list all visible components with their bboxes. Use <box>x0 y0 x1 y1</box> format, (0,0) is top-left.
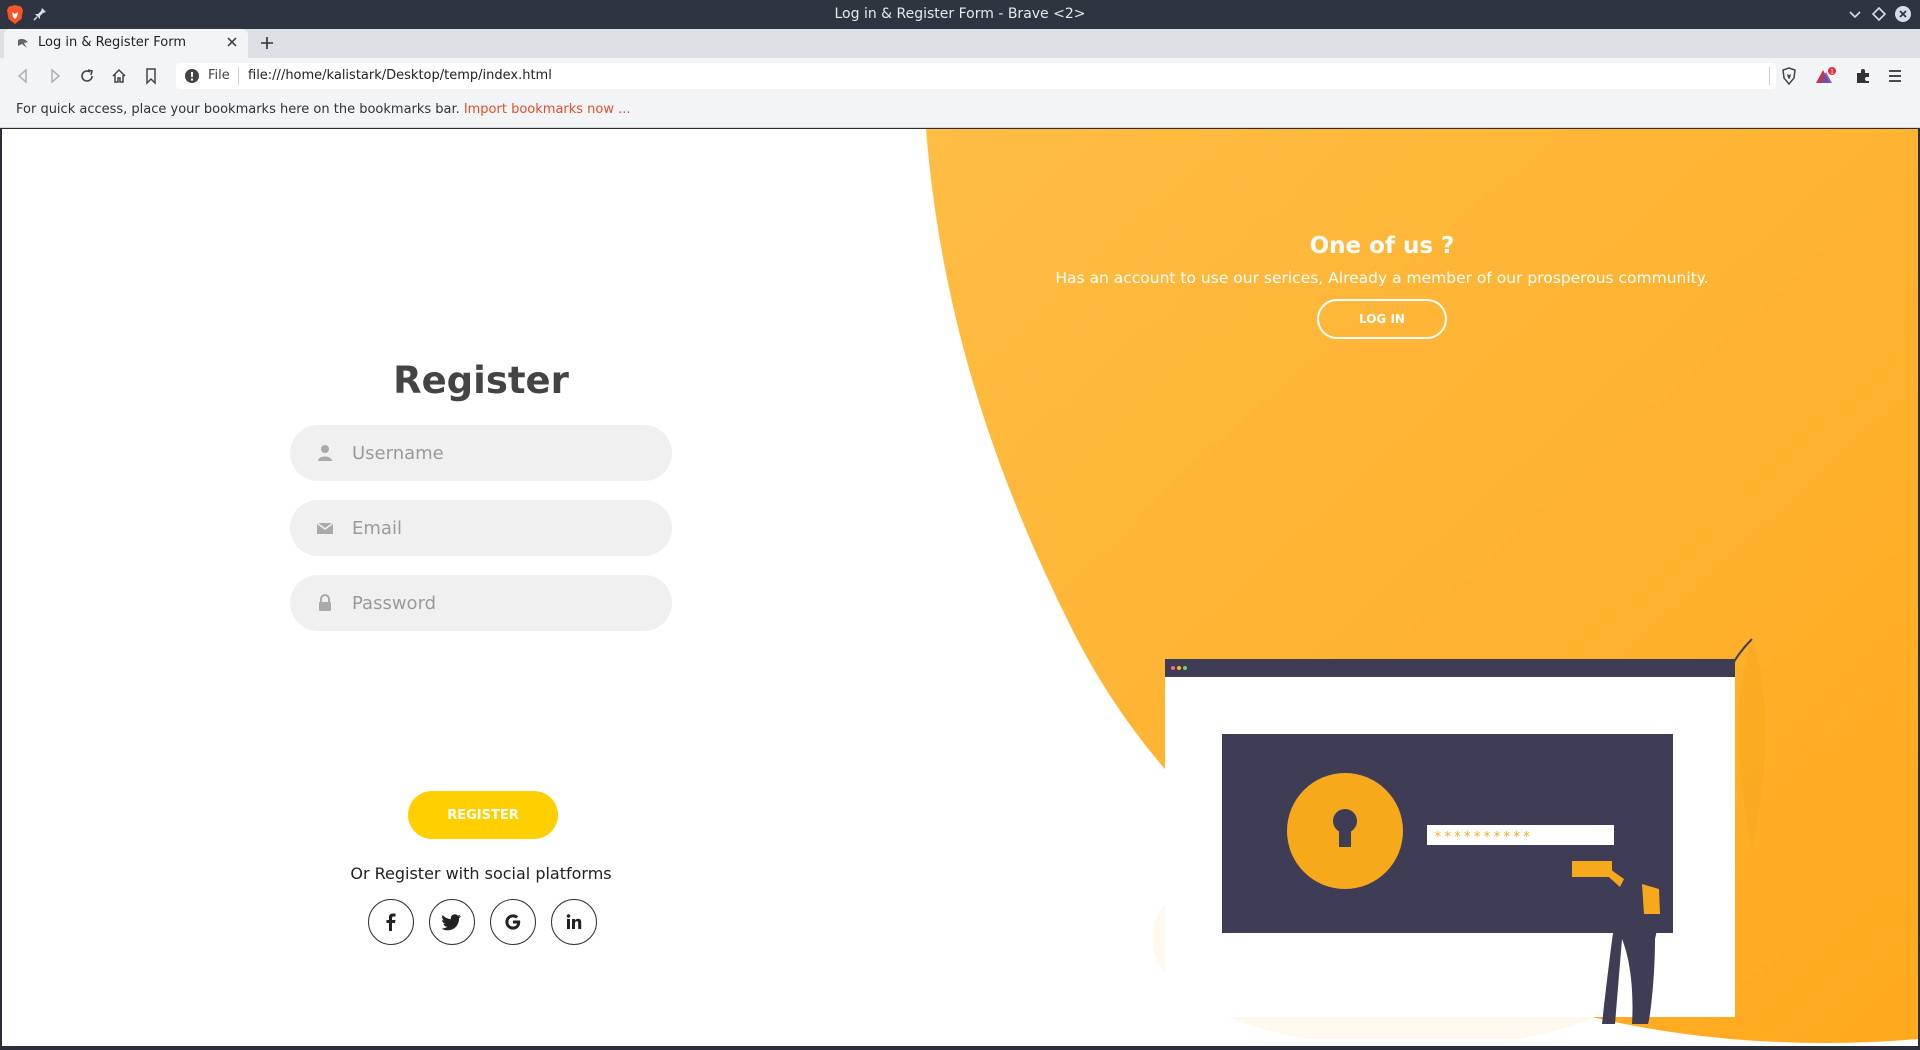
home-icon[interactable] <box>110 67 128 85</box>
site-info-icon[interactable] <box>184 68 200 84</box>
brave-shields-icon[interactable] <box>1780 67 1798 85</box>
username-field[interactable] <box>290 425 672 481</box>
omnibox-divider <box>238 67 239 85</box>
register-title: Register <box>393 359 569 402</box>
linkedin-icon <box>566 914 582 929</box>
keyhole-bottom <box>1339 821 1351 847</box>
back-icon[interactable] <box>14 67 32 85</box>
bookmarks-bar: For quick access, place your bookmarks h… <box>0 94 1920 128</box>
linkedin-button[interactable] <box>551 899 597 945</box>
login-panel: One of us ? Has an account to use our se… <box>1052 233 1712 339</box>
url-scheme: File <box>208 68 230 83</box>
google-icon <box>505 914 521 930</box>
register-button[interactable]: REGISTER <box>408 791 558 839</box>
menu-icon[interactable] <box>1886 67 1904 85</box>
minimize-icon[interactable] <box>1846 5 1864 23</box>
google-button[interactable] <box>490 899 536 945</box>
facebook-button[interactable] <box>368 899 414 945</box>
rewards-badge: 1 <box>1830 69 1834 76</box>
omnibox-end-divider <box>1769 67 1770 85</box>
window-titlebar: Log in & Register Form - Brave <2> <box>0 0 1920 29</box>
tab-title: Log in & Register Form <box>38 35 187 50</box>
window-title: Log in & Register Form - Brave <2> <box>834 6 1086 22</box>
extensions-icon[interactable] <box>1854 67 1872 85</box>
tab-active[interactable]: Log in & Register Form <box>4 29 248 58</box>
import-bookmarks-link[interactable]: Import bookmarks now ... <box>464 102 631 117</box>
window-close-icon[interactable] <box>1894 5 1912 23</box>
window-bottom-border <box>0 1046 1920 1050</box>
plant-leaf <box>1738 639 1766 849</box>
email-field[interactable] <box>290 500 672 556</box>
password-mask: ********** <box>1434 830 1532 845</box>
brave-rewards-icon[interactable]: 1 <box>1814 67 1838 85</box>
url-text[interactable]: file:///home/kalistark/Desktop/temp/inde… <box>248 68 552 83</box>
twitter-button[interactable] <box>429 899 475 945</box>
browser-toolbar: File file:///home/kalistark/Desktop/temp… <box>0 58 1920 94</box>
login-button[interactable]: LOG IN <box>1317 299 1447 339</box>
username-input[interactable] <box>352 425 652 481</box>
page-favicon-icon <box>18 38 28 48</box>
new-tab-icon[interactable] <box>258 34 276 52</box>
window-dot-red <box>1171 666 1175 670</box>
login-panel-text: Has an account to use our serices, Alrea… <box>1055 269 1709 287</box>
bookmarks-hint: For quick access, place your bookmarks h… <box>16 102 631 117</box>
address-bar[interactable]: File file:///home/kalistark/Desktop/temp… <box>176 63 1776 89</box>
reload-icon[interactable] <box>78 67 96 85</box>
user-icon <box>318 445 332 461</box>
lock-icon <box>319 594 331 611</box>
social-login-text: Or Register with social platforms <box>350 864 612 883</box>
security-illustration: ********** <box>1152 638 1766 1039</box>
window-dot-green <box>1183 666 1187 670</box>
password-input[interactable] <box>352 575 652 631</box>
facebook-icon <box>386 913 396 931</box>
login-panel-title: One of us ? <box>1309 233 1455 259</box>
bookmark-icon[interactable] <box>142 67 160 85</box>
page-viewport: Register REGISTER Or Register with socia <box>2 129 1918 1046</box>
tab-close-icon[interactable] <box>224 34 240 50</box>
envelope-icon <box>316 522 334 534</box>
forward-icon[interactable] <box>46 67 64 85</box>
window-dot-yellow <box>1177 666 1181 670</box>
tab-strip: Log in & Register Form <box>0 29 1920 58</box>
maximize-icon[interactable] <box>1870 5 1888 23</box>
email-input[interactable] <box>352 500 652 556</box>
bookmarks-hint-text: For quick access, place your bookmarks h… <box>16 102 460 117</box>
twitter-icon <box>442 914 461 931</box>
password-field[interactable] <box>290 575 672 631</box>
browser-window-titlebar <box>1165 659 1735 677</box>
